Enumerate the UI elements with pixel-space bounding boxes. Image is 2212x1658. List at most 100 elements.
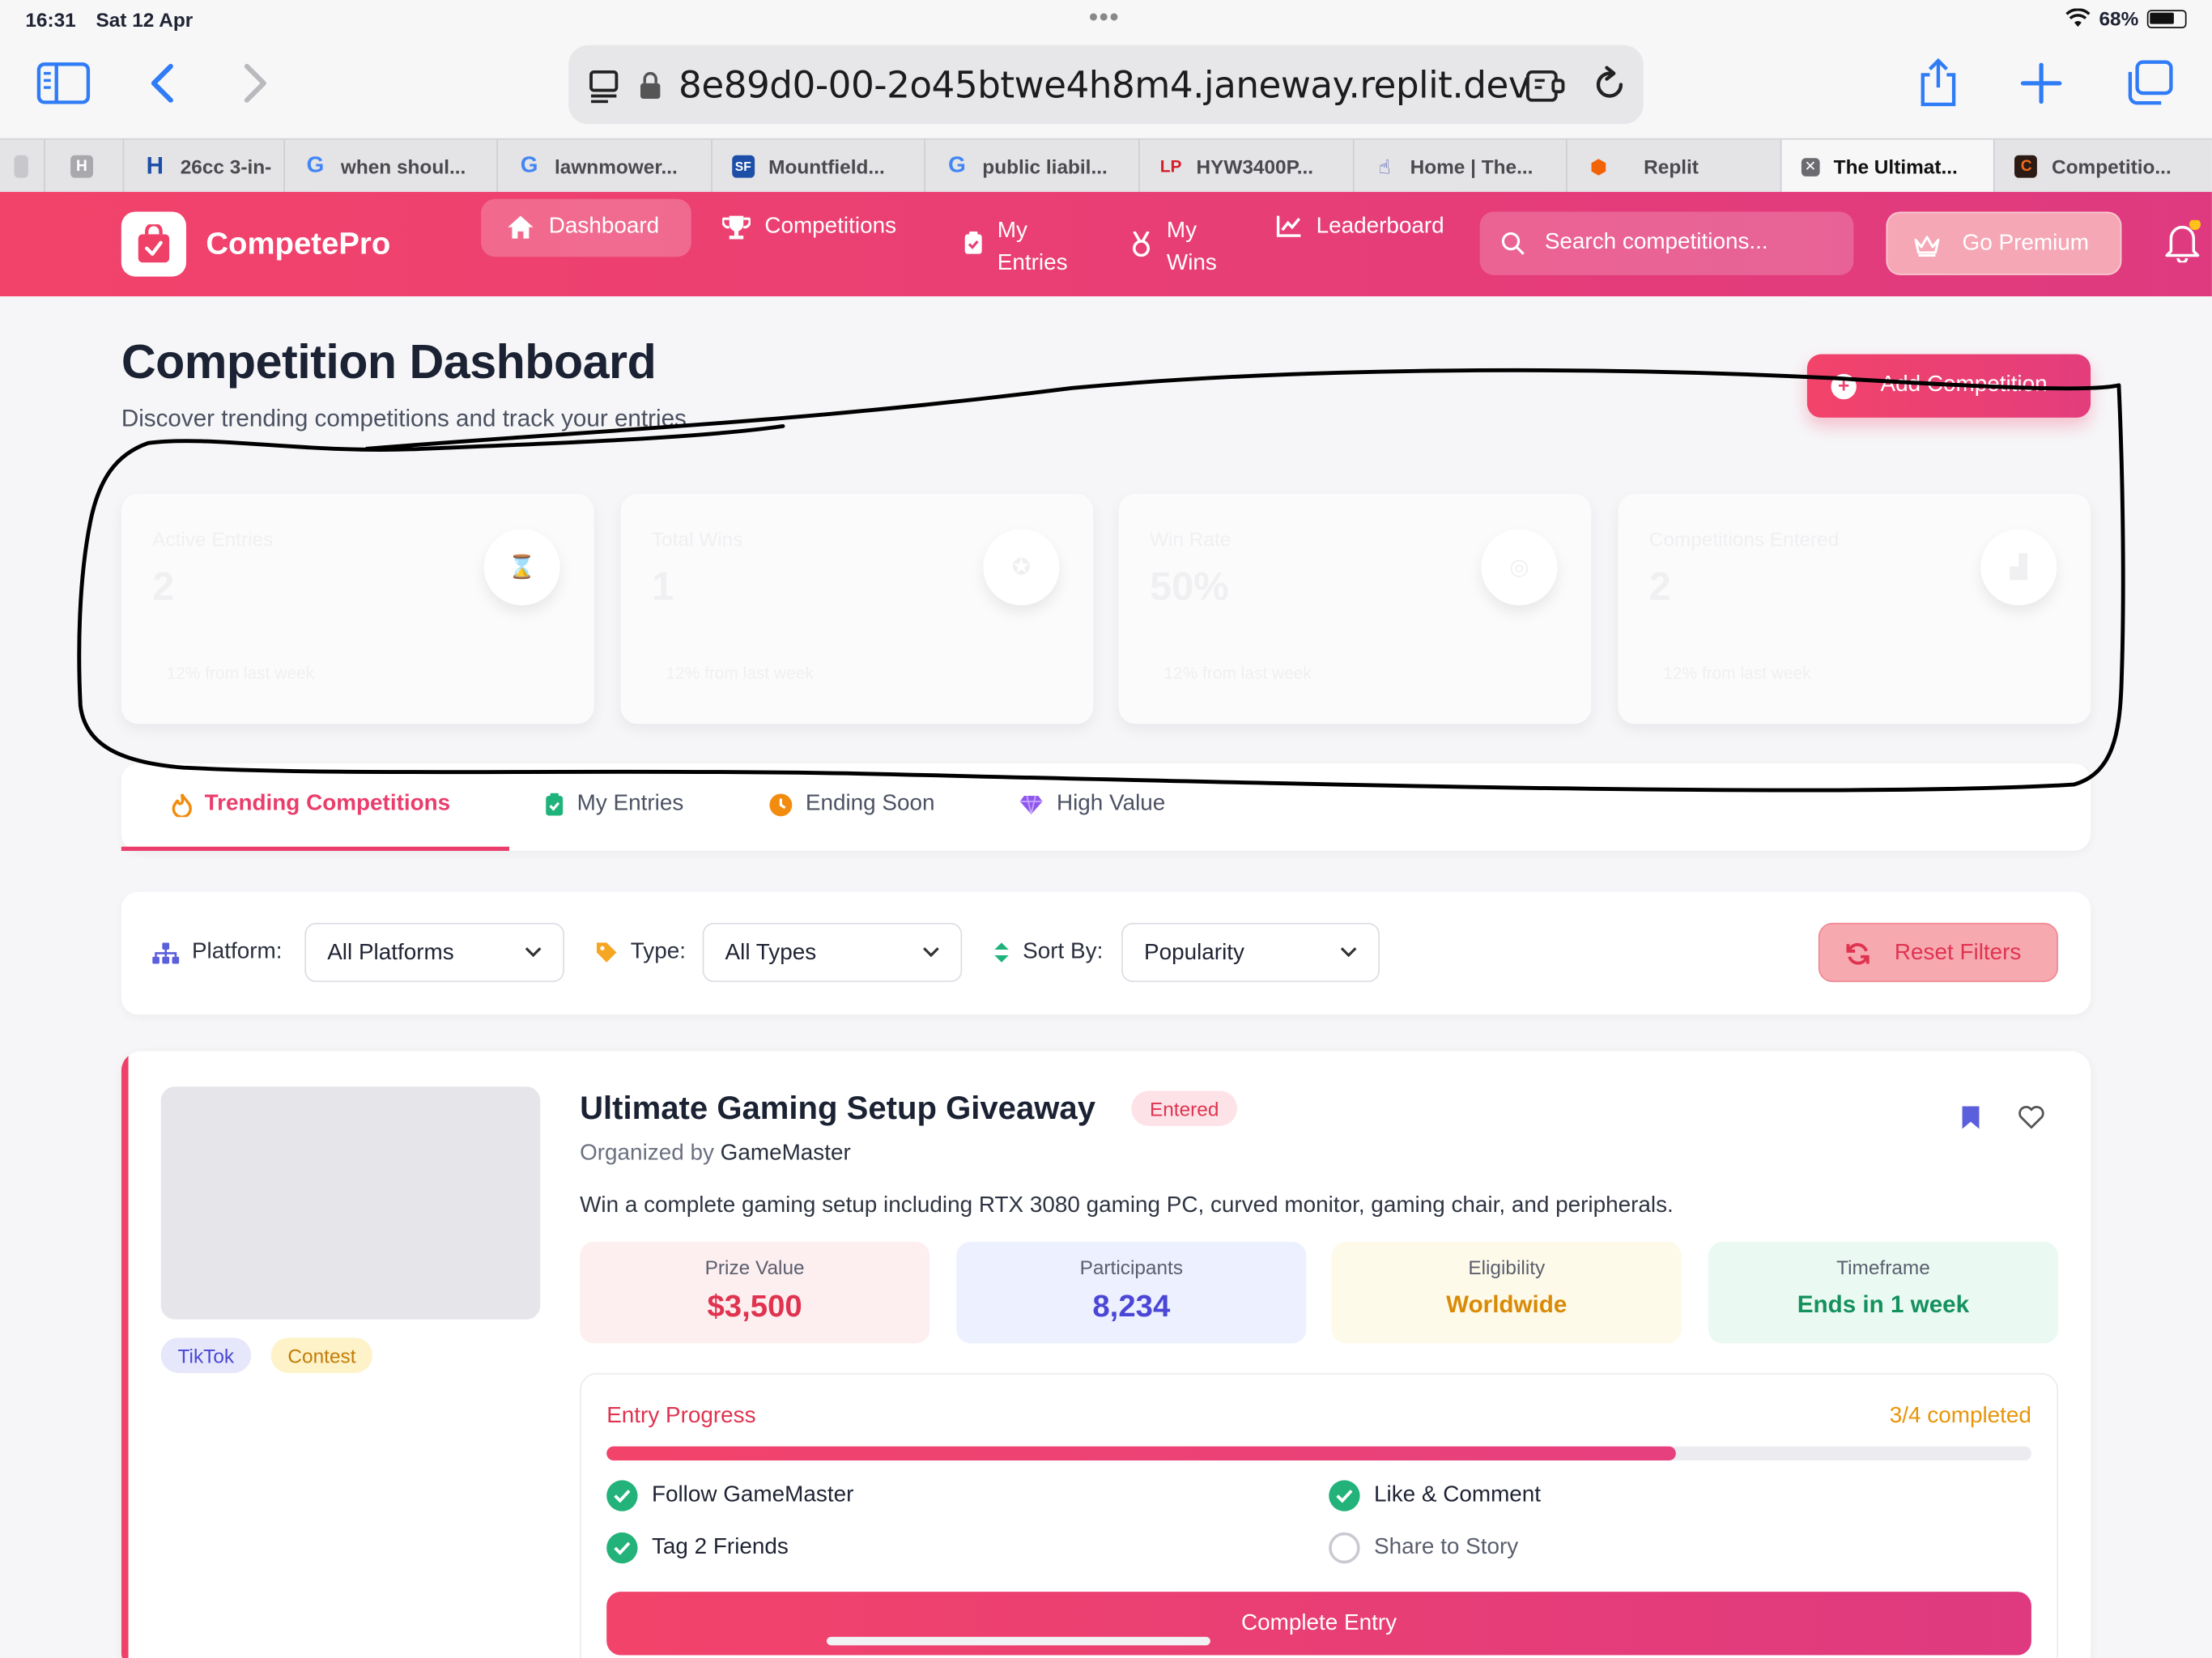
sidebar-icon[interactable] xyxy=(36,62,91,104)
nav-label: My Entries xyxy=(998,215,1068,279)
browser-tab-label: public liabil... xyxy=(982,155,1108,178)
refresh-icon xyxy=(1846,942,1870,965)
forward-icon[interactable] xyxy=(240,62,270,104)
browser-tab[interactable]: LP HYW3400P... xyxy=(1140,139,1354,193)
page-menu-icon[interactable] xyxy=(589,69,623,104)
tab-favicon-icon: LP xyxy=(1159,156,1182,176)
stat-label: Win Rate xyxy=(1149,527,1231,551)
competition-card: TikTok Contest Ultimate Gaming Setup Giv… xyxy=(121,1051,2091,1658)
nav-competitions[interactable]: Competitions xyxy=(722,215,896,240)
tab-trending[interactable]: Trending Competitions xyxy=(172,792,450,817)
platform-select-value: All Platforms xyxy=(327,941,454,966)
browser-tab[interactable]: Gwhen shoul... xyxy=(284,139,499,193)
sort-select-value: Popularity xyxy=(1144,941,1244,966)
new-tab-icon[interactable] xyxy=(2020,62,2062,104)
chevron-down-icon xyxy=(1340,947,1357,958)
nav-label-line: My xyxy=(997,219,1027,243)
reset-filters-button[interactable]: Reset Filters xyxy=(1818,922,2059,983)
type-tag: Contest xyxy=(270,1337,373,1373)
task-item[interactable]: Tag 2 Friends xyxy=(606,1532,789,1564)
brand-name[interactable]: CompetePro xyxy=(206,226,390,262)
browser-tab[interactable]: Glawnmower... xyxy=(498,139,713,193)
progress-bar-fill xyxy=(606,1446,1675,1461)
browser-tab[interactable]: H 26cc 3-in- xyxy=(124,139,285,193)
search-input[interactable]: Search competitions... xyxy=(1479,211,1854,275)
back-icon[interactable] xyxy=(147,62,177,104)
search-icon xyxy=(1501,232,1525,255)
competition-image xyxy=(160,1086,541,1320)
tab-ending-soon[interactable]: Ending Soon xyxy=(769,792,935,817)
nav-label-line: Entries xyxy=(997,251,1068,275)
type-select[interactable]: All Types xyxy=(702,922,963,983)
nav-leaderboard[interactable]: Leaderboard xyxy=(1276,214,1444,240)
task-item[interactable]: Share to Story xyxy=(1329,1532,1518,1564)
browser-tab[interactable]: SF Mountfield... xyxy=(712,139,926,193)
ipad-screen: 16:31 Sat 12 Apr ••• 68% 8e89d0-00-2o45b… xyxy=(0,0,2212,1658)
nav-my-entries[interactable]: My Entries xyxy=(963,215,1068,279)
entry-progress-title: Entry Progress xyxy=(606,1404,756,1428)
share-icon[interactable] xyxy=(1916,57,1961,108)
multitasking-dots-icon[interactable]: ••• xyxy=(1089,2,1120,32)
sort-select[interactable]: Popularity xyxy=(1121,922,1380,983)
filter-bar: Platform: All Platforms Type: All Types … xyxy=(121,891,2091,1015)
task-label: Follow GameMaster xyxy=(651,1482,854,1507)
type-label-text: Type: xyxy=(630,939,687,964)
browser-tab[interactable]: Gpublic liabil... xyxy=(926,139,1140,193)
bookmark-icon[interactable] xyxy=(1961,1105,1980,1130)
type-select-value: All Types xyxy=(725,941,817,966)
browser-tab[interactable]: C Competitio... xyxy=(1995,140,2212,193)
stat-trend: 12% from last week xyxy=(166,663,315,683)
competition-description: Win a complete gaming setup including RT… xyxy=(580,1193,1674,1218)
close-tab-icon[interactable]: ✕ xyxy=(1801,157,1820,176)
tab-my-entries[interactable]: My Entries xyxy=(545,792,683,817)
browser-tab[interactable] xyxy=(0,139,45,193)
competition-title[interactable]: Ultimate Gaming Setup Giveaway xyxy=(580,1090,1095,1128)
stat-value: 50% xyxy=(1149,564,1229,609)
stat-value: 1 xyxy=(651,564,674,609)
browser-tab-label: HYW3400P... xyxy=(1196,155,1314,178)
metric-value: $3,500 xyxy=(707,1288,802,1324)
reload-icon[interactable] xyxy=(1590,65,1630,104)
nav-label-line: Wins xyxy=(1166,251,1217,275)
chart-icon: ▟ xyxy=(1980,529,2057,606)
nav-my-wins[interactable]: My Wins xyxy=(1130,215,1217,279)
heart-icon[interactable] xyxy=(2017,1105,2045,1130)
browser-tab-active[interactable]: ✕ The Ultimat... xyxy=(1781,139,1996,193)
tab-overview-icon[interactable] xyxy=(2125,59,2176,107)
extension-icon[interactable] xyxy=(1525,68,1567,104)
metric-label: Timeframe xyxy=(1836,1256,1930,1279)
metric-prize-value: Prize Value $3,500 xyxy=(580,1241,930,1344)
nav-label: My Wins xyxy=(1167,215,1217,279)
tab-label: High Value xyxy=(1056,791,1166,816)
organizer-line: Organized by GameMaster xyxy=(580,1141,851,1167)
clipboard-check-icon xyxy=(546,792,564,815)
notification-button[interactable] xyxy=(2164,219,2204,270)
browser-tab[interactable]: ⬢ Replit xyxy=(1568,139,1782,193)
brand-logo[interactable] xyxy=(121,211,186,277)
check-circle-icon xyxy=(606,1532,638,1564)
card-accent-stripe xyxy=(121,1051,129,1658)
metric-label: Eligibility xyxy=(1468,1256,1546,1279)
browser-toolbar: 8e89d0-00-2o45btwe4h8m4.janeway.replit.d… xyxy=(0,39,2212,138)
platform-label-text: Platform: xyxy=(191,939,283,964)
battery-percent: 68% xyxy=(2099,6,2139,30)
entered-badge: Entered xyxy=(1131,1090,1238,1126)
browser-tab[interactable]: H xyxy=(45,139,125,193)
nav-dashboard[interactable]: Dashboard xyxy=(506,215,659,240)
nav-label: Leaderboard xyxy=(1316,214,1444,239)
check-circle-icon xyxy=(1329,1480,1360,1511)
tab-high-value[interactable]: High Value xyxy=(1019,792,1165,817)
add-competition-button[interactable]: + Add Competition xyxy=(1806,354,2091,418)
go-premium-button[interactable]: Go Premium xyxy=(1886,211,2122,275)
browser-tab[interactable]: ☝ Home | The... xyxy=(1354,139,1568,193)
award-icon: ✪ xyxy=(983,529,1060,606)
tab-favicon-icon: SF xyxy=(731,155,755,178)
address-bar[interactable]: 8e89d0-00-2o45btwe4h8m4.janeway.replit.d… xyxy=(568,45,1644,125)
task-item[interactable]: Follow GameMaster xyxy=(606,1480,853,1511)
platform-select[interactable]: All Platforms xyxy=(304,922,564,983)
complete-entry-button[interactable]: Complete Entry xyxy=(606,1592,2031,1656)
browser-tab-label: lawnmower... xyxy=(554,155,678,178)
task-item[interactable]: Like & Comment xyxy=(1329,1480,1541,1511)
organizer-name[interactable]: GameMaster xyxy=(721,1141,851,1166)
metric-value: Worldwide xyxy=(1446,1290,1568,1318)
